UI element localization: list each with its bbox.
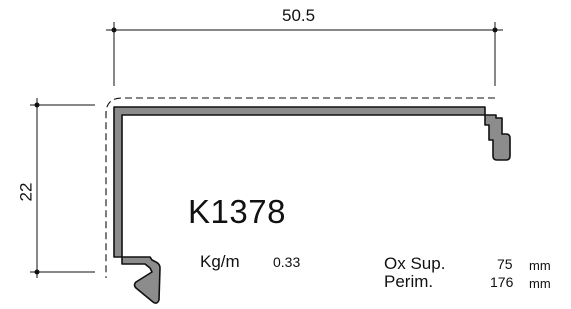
width-dimension-dot-right xyxy=(492,27,498,33)
perim-label: Perim. xyxy=(384,272,434,291)
height-dimension-dot-bottom xyxy=(34,269,40,275)
weight-label: Kg/m xyxy=(200,252,240,271)
width-dimension-dot-left xyxy=(111,27,117,33)
perim-unit: mm xyxy=(529,276,551,291)
height-dimension-dot-top xyxy=(34,102,40,108)
ox-sup-value: 75 xyxy=(497,256,513,272)
perim-value: 176 xyxy=(490,274,514,290)
height-dimension xyxy=(30,98,95,278)
height-dimension-label: 22 xyxy=(16,182,36,202)
width-dimension-label: 50.5 xyxy=(282,6,316,25)
profile-section xyxy=(113,106,511,304)
weight-value: 0.33 xyxy=(273,254,301,270)
width-dimension xyxy=(106,22,503,86)
dashed-outline xyxy=(105,97,495,278)
ox-sup-unit: mm xyxy=(529,258,551,273)
profile-code: K1378 xyxy=(188,193,286,230)
ox-sup-label: Ox Sup. xyxy=(384,254,446,273)
